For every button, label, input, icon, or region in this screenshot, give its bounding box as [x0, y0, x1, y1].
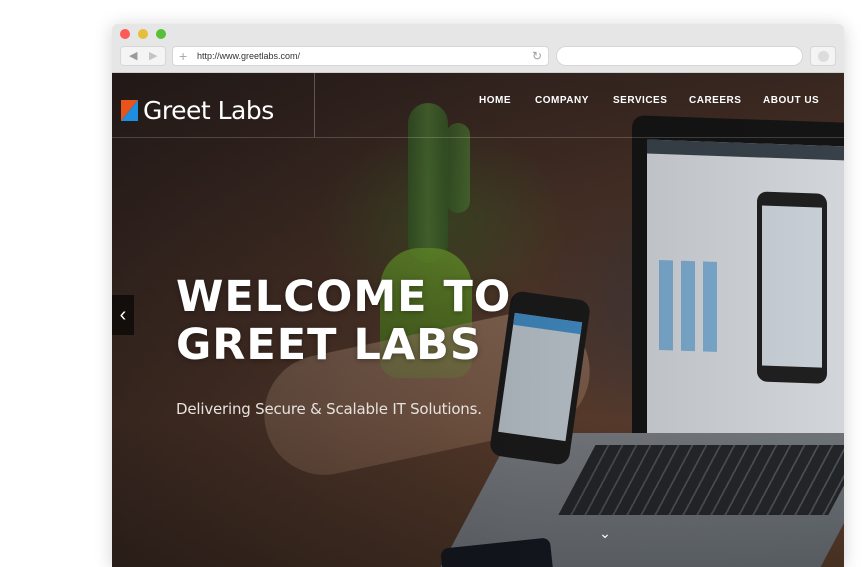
url-text[interactable]: http://www.greetlabs.com/ [197, 51, 300, 61]
hero-title-line-2: GREET LABS [176, 320, 482, 370]
header-divider [314, 73, 315, 137]
zoom-window-button[interactable] [156, 29, 166, 39]
header-bottom-line [112, 137, 844, 138]
browser-window: ◀ ▶ + http://www.greetlabs.com/ ↻ Greet … [112, 24, 844, 567]
carousel-prev-button[interactable]: ‹ [112, 295, 134, 335]
website-viewport: Greet Labs HOME COMPANY SERVICES CAREERS… [112, 73, 844, 567]
nav-careers[interactable]: CAREERS [689, 95, 741, 109]
address-bar[interactable]: + http://www.greetlabs.com/ ↻ [172, 46, 549, 66]
history-buttons: ◀ ▶ [120, 46, 166, 66]
logo-mark-icon [121, 99, 138, 121]
nav-home[interactable]: HOME [479, 95, 511, 109]
forward-icon[interactable]: ▶ [149, 49, 157, 62]
reload-icon[interactable]: ↻ [532, 49, 542, 63]
search-field[interactable] [556, 46, 803, 66]
logo-text: Greet Labs [143, 95, 274, 125]
hero-subtitle: Delivering Secure & Scalable IT Solution… [176, 400, 482, 418]
hero-title-line-1: WELCOME TO [176, 272, 512, 322]
extension-icon [818, 51, 829, 62]
nav-services[interactable]: SERVICES [613, 95, 667, 109]
site-logo[interactable]: Greet Labs [121, 95, 274, 125]
new-tab-icon[interactable]: + [179, 48, 187, 64]
scroll-down-button[interactable]: ⌄ [594, 525, 616, 541]
nav-company[interactable]: COMPANY [535, 95, 589, 109]
minimize-window-button[interactable] [138, 29, 148, 39]
chevron-left-icon: ‹ [119, 304, 127, 326]
close-window-button[interactable] [120, 29, 130, 39]
back-icon[interactable]: ◀ [129, 49, 137, 62]
browser-toolbar: ◀ ▶ + http://www.greetlabs.com/ ↻ [112, 24, 844, 73]
nav-about-us[interactable]: ABOUT US [763, 95, 819, 109]
extension-button[interactable] [810, 46, 836, 66]
chevron-down-icon: ⌄ [599, 525, 611, 541]
hero-title: WELCOME TO GREET LABS [176, 273, 596, 369]
